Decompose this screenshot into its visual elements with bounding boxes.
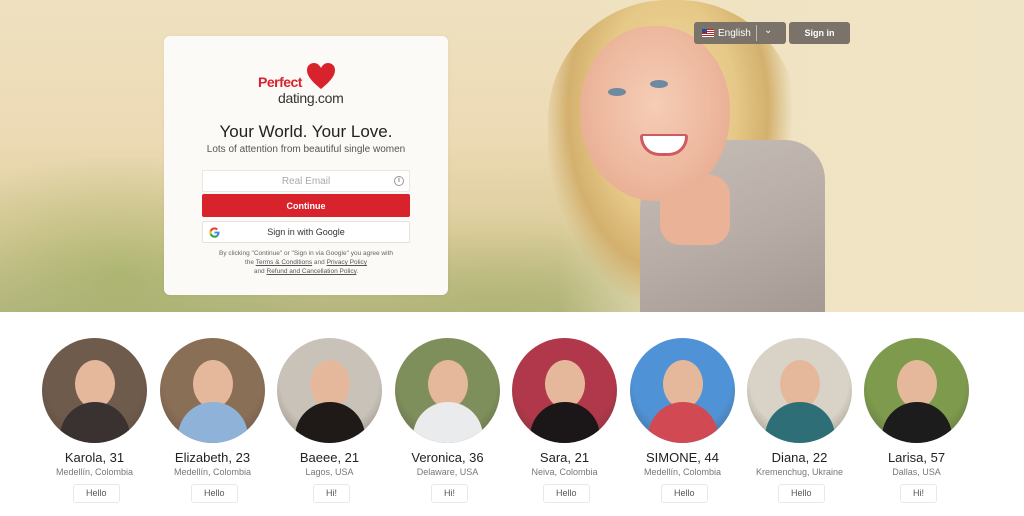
language-label: English — [718, 27, 751, 39]
hello-button[interactable]: Hi! — [900, 484, 937, 503]
refund-link[interactable]: Refund and Cancellation Policy — [267, 268, 357, 275]
avatar[interactable] — [630, 338, 735, 443]
terms-link[interactable]: Terms & Conditions — [256, 259, 312, 266]
profile-location: Kremenchug, Ukraine — [755, 467, 844, 477]
hero-banner: English ⌄ Sign in Perfect dating.com You… — [0, 0, 1024, 312]
hello-button[interactable]: Hello — [191, 484, 238, 503]
avatar[interactable] — [42, 338, 147, 443]
avatar[interactable] — [864, 338, 969, 443]
profile-name: Karola, 31 — [64, 450, 125, 465]
avatar[interactable] — [512, 338, 617, 443]
google-icon — [209, 227, 220, 238]
language-select[interactable]: English ⌄ — [694, 22, 786, 44]
hello-button[interactable]: Hello — [543, 484, 590, 503]
profile-name: SIMONE, 44 — [646, 450, 719, 465]
continue-button[interactable]: Continue — [202, 194, 410, 217]
profile-location: Medellín, Colombia — [643, 467, 722, 477]
legal-notice: By clicking "Continue" or "Sign in via G… — [219, 250, 393, 275]
profile-location: Dallas, USA — [892, 467, 941, 477]
chevron-down-icon: ⌄ — [764, 25, 773, 36]
profile-name: Sara, 21 — [539, 450, 590, 465]
google-signin-button[interactable]: Sign in with Google — [202, 221, 410, 243]
page-title: Your World. Your Love. — [219, 122, 393, 141]
profile-name: Larisa, 57 — [887, 450, 946, 465]
perfect-dating-logo[interactable]: Perfect dating.com — [258, 62, 358, 108]
avatar[interactable] — [747, 338, 852, 443]
hello-button[interactable]: Hello — [661, 484, 708, 503]
avatar[interactable] — [395, 338, 500, 443]
heart-icon — [307, 63, 335, 89]
page-subtitle: Lots of attention from beautiful single … — [206, 144, 406, 155]
sign-in-button[interactable]: Sign in — [789, 22, 850, 44]
info-icon[interactable]: i — [394, 176, 404, 186]
hello-button[interactable]: Hello — [778, 484, 825, 503]
profile-location: Delaware, USA — [416, 467, 479, 477]
avatar[interactable] — [160, 338, 265, 443]
email-field[interactable] — [202, 170, 410, 192]
profile-list: Karola, 31 Medellín, Colombia Hello Eliz… — [0, 312, 1024, 516]
profile-location: Medellín, Colombia — [173, 467, 252, 477]
profile-name: Veronica, 36 — [411, 450, 484, 465]
profile-location: Medellín, Colombia — [55, 467, 134, 477]
profile-location: Neiva, Colombia — [531, 467, 598, 477]
hello-button[interactable]: Hello — [73, 484, 120, 503]
hello-button[interactable]: Hi! — [431, 484, 468, 503]
us-flag-icon — [702, 29, 714, 37]
profile-name: Elizabeth, 23 — [174, 450, 251, 465]
profile-location: Lagos, USA — [305, 467, 354, 477]
signup-card: Perfect dating.com Your World. Your Love… — [164, 36, 448, 295]
profile-name: Baeee, 21 — [299, 450, 360, 465]
google-signin-label: Sign in with Google — [267, 227, 345, 237]
profile-name: Diana, 22 — [771, 450, 828, 465]
avatar[interactable] — [277, 338, 382, 443]
hello-button[interactable]: Hi! — [313, 484, 350, 503]
privacy-link[interactable]: Privacy Policy — [327, 259, 367, 266]
